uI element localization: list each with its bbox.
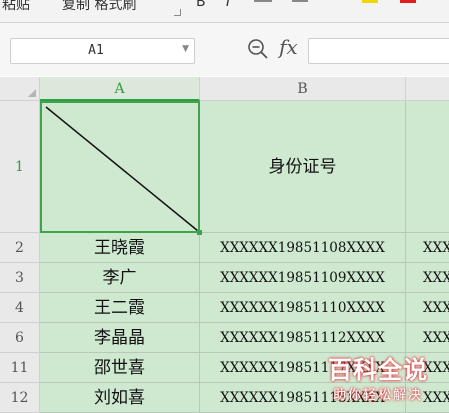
zoom-icon[interactable] <box>247 38 269 60</box>
watermark-logo: 百科全说 助你轻松解决 <box>315 350 441 406</box>
name-cell[interactable]: 刘如喜 <box>40 383 200 413</box>
underline-icon[interactable] <box>254 0 272 2</box>
ribbon-toolbar: 粘贴 复制 格式刷 B I <box>0 0 449 23</box>
id-cell[interactable]: XXXXXX19851110XXXX <box>200 293 406 323</box>
row-header[interactable]: 6 <box>0 323 40 353</box>
fx-icon[interactable]: fx <box>279 35 298 59</box>
c-cell[interactable]: XXX <box>406 293 449 323</box>
name-cell[interactable]: 王晓霞 <box>40 233 200 263</box>
name-cell[interactable]: 王二霞 <box>40 293 200 323</box>
c-cell[interactable]: XXX <box>406 323 449 353</box>
fill-color-icon[interactable] <box>362 0 378 3</box>
name-cell[interactable]: 李晶晶 <box>40 323 200 353</box>
row-header[interactable]: 11 <box>0 353 40 383</box>
c-cell[interactable]: XXX <box>406 233 449 263</box>
id-cell[interactable]: XXXXXX19851109XXXX <box>200 263 406 293</box>
bold-icon[interactable]: B <box>196 0 206 10</box>
cell-b1[interactable]: 身份证号 <box>200 101 406 233</box>
select-all-corner[interactable] <box>0 77 40 101</box>
name-cell[interactable]: 邵世喜 <box>40 353 200 383</box>
cell-a1-diagonal-line <box>45 106 199 232</box>
column-header-b[interactable]: B <box>200 77 406 101</box>
row-header-1[interactable]: 1 <box>0 101 40 233</box>
name-cell[interactable]: 李广 <box>40 263 200 293</box>
paste-button[interactable]: 粘贴 <box>2 0 30 14</box>
watermark-subtitle: 助你轻松解决 <box>332 388 423 403</box>
c-cell[interactable]: XXX <box>406 263 449 293</box>
formula-input[interactable] <box>308 38 449 64</box>
column-header-a[interactable]: A <box>40 77 200 101</box>
row-header[interactable]: 2 <box>0 233 40 263</box>
font-color-icon[interactable] <box>400 0 416 3</box>
border-icon[interactable] <box>292 0 308 2</box>
row-header[interactable]: 3 <box>0 263 40 293</box>
fill-handle[interactable] <box>197 230 202 235</box>
clipboard-launcher-icon[interactable] <box>174 9 181 16</box>
row-header[interactable]: 4 <box>0 293 40 323</box>
chevron-down-icon[interactable]: ▼ <box>182 44 189 54</box>
format-painter-button[interactable]: 复制 格式刷 <box>62 0 136 14</box>
watermark-title: 百科全说 <box>328 356 428 384</box>
cell-c1[interactable] <box>406 101 449 233</box>
id-cell[interactable]: XXXXXX19851112XXXX <box>200 323 406 353</box>
formula-bar: A1 ▼ fx <box>0 23 449 76</box>
id-cell[interactable]: XXXXXX19851108XXXX <box>200 233 406 263</box>
name-box[interactable]: A1 ▼ <box>10 38 195 64</box>
column-header-c[interactable] <box>406 77 449 101</box>
row-header[interactable]: 12 <box>0 383 40 413</box>
italic-icon[interactable]: I <box>226 0 230 10</box>
name-box-value: A1 <box>88 43 104 58</box>
